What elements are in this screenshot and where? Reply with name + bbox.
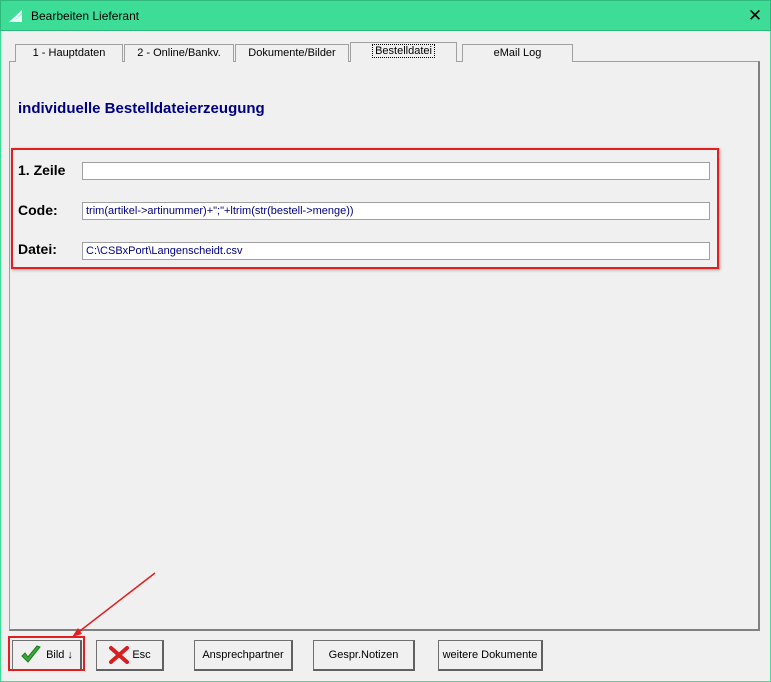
esc-label: Esc <box>132 649 151 661</box>
tab-dokumente-bilder[interactable]: Dokumente/Bilder <box>235 44 349 62</box>
tab-label: Dokumente/Bilder <box>248 47 336 59</box>
datei-label: Datei: <box>18 241 57 257</box>
tab-label: 2 - Online/Bankv. <box>137 47 221 59</box>
tab-label: Bestelldatei <box>372 44 435 58</box>
tab-label: 1 - Hauptdaten <box>32 47 106 59</box>
tab-bestelldatei[interactable]: Bestelldatei <box>350 42 457 62</box>
zeile-label: 1. Zeile <box>18 162 66 178</box>
code-label: Code: <box>18 202 58 218</box>
tab-email-log[interactable]: eMail Log <box>462 44 573 62</box>
close-button[interactable]: ✕ <box>740 1 770 31</box>
close-icon: ✕ <box>747 6 763 25</box>
ansprechpartner-label: Ansprechpartner <box>202 649 284 661</box>
tab-hauptdaten[interactable]: 1 - Hauptdaten <box>15 44 123 62</box>
weitere-dokumente-button[interactable]: weitere Dokumente <box>438 640 543 671</box>
title-bar: Bearbeiten Lieferant ✕ <box>0 0 771 31</box>
window-title: Bearbeiten Lieferant <box>31 9 140 23</box>
x-icon <box>109 646 130 664</box>
page-title: individuelle Bestelldateierzeugung <box>18 100 265 117</box>
weitere-dokumente-label: weitere Dokumente <box>442 649 538 661</box>
zeile-field[interactable] <box>82 162 710 180</box>
code-field[interactable] <box>82 202 710 220</box>
tab-online-bankv[interactable]: 2 - Online/Bankv. <box>124 44 234 62</box>
esc-button[interactable]: Esc <box>96 640 164 671</box>
ansprechpartner-button[interactable]: Ansprechpartner <box>194 640 293 671</box>
notizen-label: Gespr.Notizen <box>328 649 399 661</box>
tab-label: eMail Log <box>493 47 542 59</box>
bild-highlight-box <box>8 636 85 671</box>
app-icon <box>9 10 22 22</box>
tab-panel <box>9 61 760 631</box>
datei-field[interactable] <box>82 242 710 260</box>
notizen-button[interactable]: Gespr.Notizen <box>313 640 415 671</box>
